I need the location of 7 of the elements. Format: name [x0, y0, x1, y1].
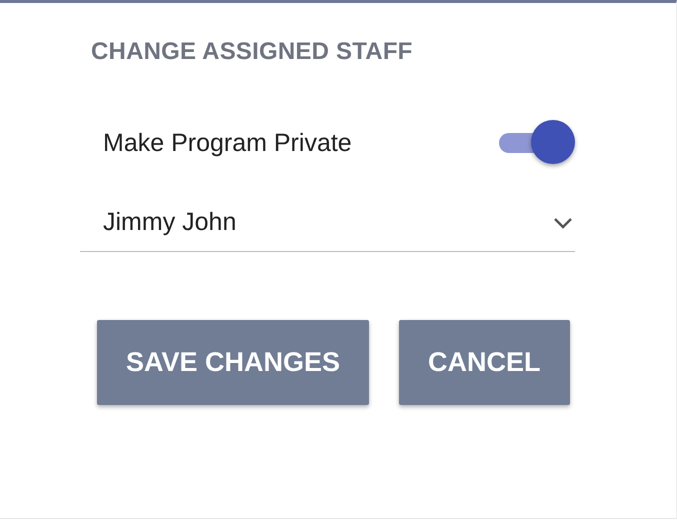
staff-dropdown[interactable]: Jimmy John: [80, 208, 575, 252]
chevron-down-icon: [553, 216, 573, 228]
section-heading: CHANGE ASSIGNED STAFF: [91, 38, 414, 66]
save-button[interactable]: SAVE CHANGES: [97, 320, 370, 405]
toggle-switch[interactable]: [497, 120, 577, 166]
toggle-label: Make Program Private: [103, 128, 352, 158]
cancel-button[interactable]: CANCEL: [399, 320, 570, 405]
